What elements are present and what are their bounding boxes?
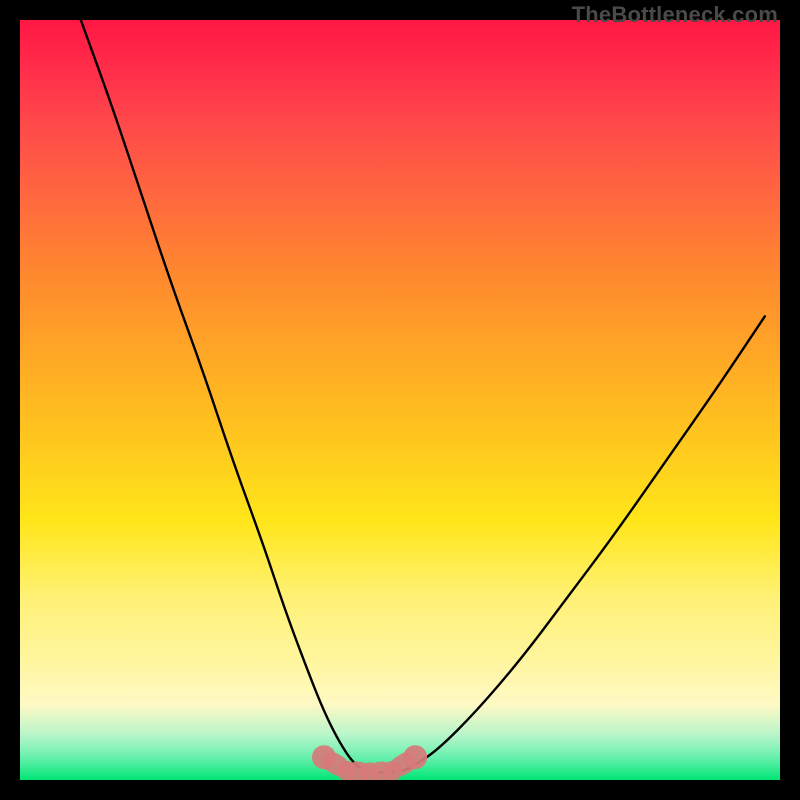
marker-blobs (312, 745, 427, 780)
bottleneck-curve (81, 20, 765, 772)
plot-area (20, 20, 780, 780)
chart-frame: TheBottleneck.com (0, 0, 800, 800)
curve-layer (20, 20, 780, 780)
watermark-text: TheBottleneck.com (572, 2, 778, 28)
